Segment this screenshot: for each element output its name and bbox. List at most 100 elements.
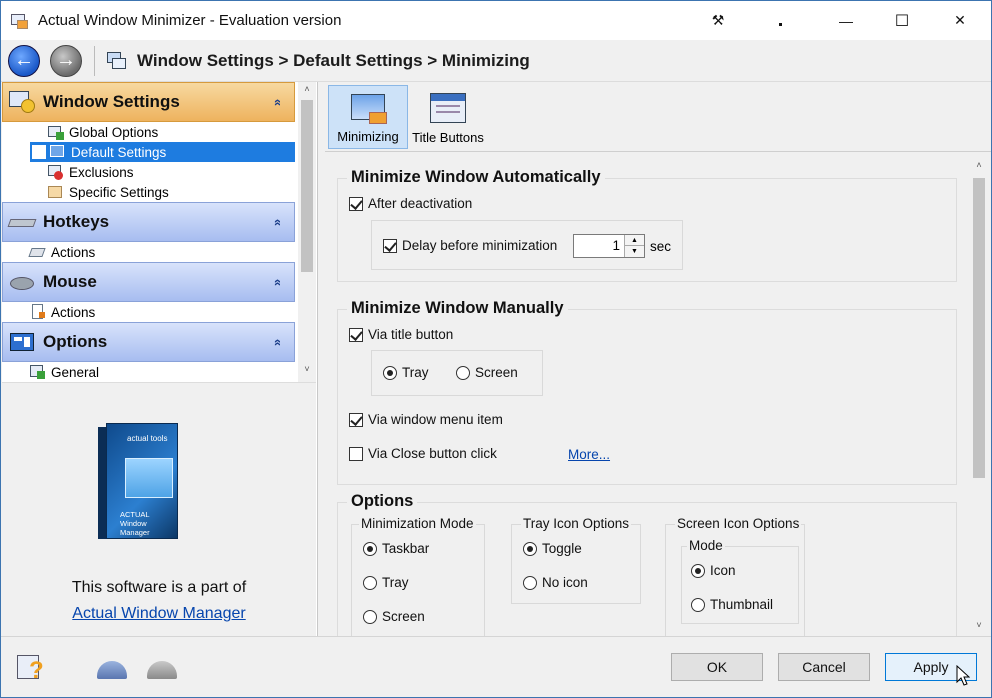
via-title-button-checkbox[interactable]: Via title button — [349, 327, 453, 342]
app-window: Actual Window Minimizer - Evaluation ver… — [0, 0, 992, 698]
content-scrollbar[interactable]: ˄ ˅ — [970, 156, 988, 636]
radio-label: Tray — [382, 575, 409, 590]
actual-window-manager-link[interactable]: Actual Window Manager — [2, 605, 316, 623]
via-close-button-checkbox[interactable]: Via Close button click — [349, 446, 497, 461]
category-window-settings[interactable]: Window Settings » — [2, 82, 295, 122]
scroll-thumb[interactable] — [301, 100, 313, 272]
spin-up-icon[interactable]: ▲ — [624, 235, 644, 246]
promo-text: This software is a part of — [71, 579, 247, 596]
navigation-bar: ← → Window Settings > Default Settings >… — [1, 40, 991, 82]
tree-item-global-options[interactable]: Global Options — [48, 122, 294, 142]
forward-button[interactable]: → — [50, 44, 82, 77]
settings-content: Minimize Window Automatically After deac… — [325, 151, 991, 636]
tab-label: Title Buttons — [412, 130, 484, 145]
redo-icon[interactable] — [145, 651, 181, 683]
breadcrumb: Window Settings > Default Settings > Min… — [137, 50, 530, 70]
rollup-button[interactable] — [757, 1, 803, 40]
category-options[interactable]: Options » — [2, 322, 295, 362]
checkbox-icon — [349, 446, 363, 461]
selection-checkbox[interactable] — [32, 145, 46, 159]
subgroup-title: Mode — [687, 538, 725, 553]
radio-icon — [363, 575, 377, 590]
checkbox-icon — [349, 327, 363, 342]
checkbox-icon — [383, 238, 397, 253]
general-icon — [30, 364, 46, 380]
checkbox-label: Via Close button click — [368, 446, 497, 461]
delay-spinner[interactable]: 1 ▲ ▼ — [573, 234, 645, 258]
tree-item-label: Actions — [51, 244, 96, 260]
subgroup-title: Minimization Mode — [359, 516, 476, 531]
keys-icon — [28, 244, 46, 260]
box-brand: actual tools — [127, 434, 168, 443]
scroll-up-icon[interactable]: ˄ — [301, 84, 313, 94]
radio-mode-taskbar[interactable]: Taskbar — [363, 541, 429, 556]
spin-down-icon[interactable]: ▼ — [624, 246, 644, 257]
radio-screen-icon[interactable]: Icon — [691, 563, 736, 578]
ok-button[interactable]: OK — [671, 653, 763, 681]
tree-item-label: Default Settings — [71, 144, 167, 160]
scroll-down-icon[interactable]: ˅ — [301, 364, 313, 374]
radio-screen[interactable]: Screen — [456, 365, 518, 380]
via-window-menu-checkbox[interactable]: Via window menu item — [349, 412, 503, 427]
tree-item-general[interactable]: General — [30, 362, 294, 382]
delay-value[interactable]: 1 — [612, 238, 620, 253]
tree-item-exclusions[interactable]: Exclusions — [48, 162, 294, 182]
tree-item-hotkeys-actions[interactable]: Actions — [28, 242, 294, 262]
scroll-down-icon[interactable]: ˅ — [973, 620, 985, 630]
collapse-icon[interactable]: » — [269, 219, 284, 226]
scroll-up-icon[interactable]: ˄ — [973, 160, 985, 170]
settings-tree: Window Settings » Global Options Default… — [2, 82, 298, 382]
tree-item-specific-settings[interactable]: Specific Settings — [48, 182, 294, 202]
bottom-bar: ? OK Cancel Apply — [1, 636, 991, 697]
subgroup-title: Screen Icon Options — [675, 516, 802, 531]
tree-scrollbar[interactable]: ˄ ˅ — [298, 82, 316, 382]
title-buttons-icon — [428, 91, 468, 127]
tab-title-buttons[interactable]: Title Buttons — [408, 85, 488, 149]
radio-tray-no-icon[interactable]: No icon — [523, 575, 588, 590]
promo-area: actual tools ACTUAL Window Manager This s… — [2, 382, 316, 636]
radio-tray[interactable]: Tray — [383, 365, 429, 380]
radio-label: Toggle — [542, 541, 582, 556]
tree-item-label: Specific Settings — [69, 184, 169, 200]
scroll-thumb[interactable] — [973, 178, 985, 478]
tree-item-label: General — [51, 364, 100, 380]
minimize-button[interactable]: — — [823, 1, 869, 40]
radio-screen-thumbnail[interactable]: Thumbnail — [691, 597, 773, 612]
tab-minimizing[interactable]: Minimizing — [328, 85, 408, 149]
collapse-icon[interactable]: » — [269, 99, 284, 106]
back-button[interactable]: ← — [8, 44, 40, 77]
help-icon[interactable]: ? — [15, 651, 51, 683]
checkbox-label: Via window menu item — [368, 412, 503, 427]
mouse-cursor-icon — [956, 665, 970, 686]
checkbox-icon — [349, 412, 363, 427]
close-button[interactable]: ✕ — [937, 1, 983, 40]
category-hotkeys[interactable]: Hotkeys » — [2, 202, 295, 242]
radio-mode-screen[interactable]: Screen — [363, 609, 425, 624]
radio-icon — [691, 563, 705, 578]
more-link[interactable]: More... — [568, 447, 610, 462]
maximize-button[interactable]: ☐ — [879, 1, 925, 40]
tree-item-mouse-actions[interactable]: Actions — [30, 302, 294, 322]
options-icon — [9, 329, 37, 355]
radio-icon — [691, 597, 705, 612]
delay-checkbox[interactable]: Delay before minimization — [383, 238, 557, 253]
tool-icon[interactable]: ⚒ — [695, 1, 741, 40]
radio-mode-tray[interactable]: Tray — [363, 575, 409, 590]
after-deactivation-checkbox[interactable]: After deactivation — [349, 196, 472, 211]
tree-item-default-settings[interactable]: Default Settings — [30, 142, 295, 162]
group-title: Minimize Window Automatically — [347, 168, 605, 187]
collapse-icon[interactable]: » — [269, 339, 284, 346]
tree-item-label: Actions — [51, 304, 96, 320]
category-mouse[interactable]: Mouse » — [2, 262, 295, 302]
category-label: Options — [43, 332, 108, 351]
radio-tray-toggle[interactable]: Toggle — [523, 541, 582, 556]
radio-icon — [523, 575, 537, 590]
radio-icon — [456, 365, 470, 380]
radio-icon — [363, 609, 377, 624]
undo-icon[interactable] — [95, 651, 131, 683]
collapse-icon[interactable]: » — [269, 279, 284, 286]
title-bar[interactable]: Actual Window Minimizer - Evaluation ver… — [1, 1, 991, 40]
document-icon — [30, 304, 46, 320]
keyboard-icon — [7, 209, 37, 235]
cancel-button[interactable]: Cancel — [778, 653, 870, 681]
